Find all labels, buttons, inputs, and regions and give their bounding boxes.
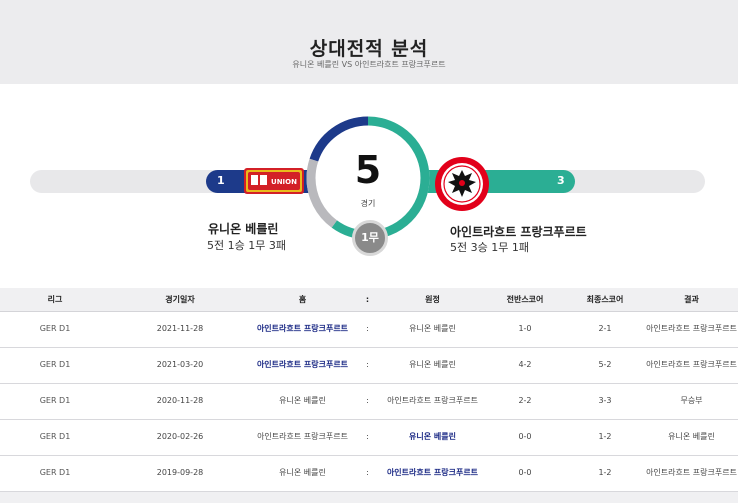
row-half-score: 1-0 [485,311,565,348]
row-league: GER D1 [0,347,110,384]
table-row: GER D1 2020-02-26 아인트라흐트 프랑크푸르트 : 유니온 베를… [0,419,738,456]
row-separator: : [355,311,380,348]
column-header-separator: : [355,288,380,312]
summary-panel: 1 3 UNION 5 경기 1무 유니온 베를린 5전 1승 1무 3패 아인… [0,84,738,288]
row-result: 아인트라흐트 프랑크푸르트 [645,455,738,492]
row-final-score: 1-2 [565,419,645,456]
row-final-score: 1-2 [565,455,645,492]
row-home: 아인트라흐트 프랑크푸르트 [250,419,355,456]
column-header-halftime: 전반스코어 [485,288,565,312]
row-home: 유니온 베를린 [250,455,355,492]
row-date: 2020-11-28 [110,383,250,420]
column-header-result: 결과 [645,288,738,312]
row-away: 유니온 베를린 [380,311,485,348]
row-away: 유니온 베를린 [380,419,485,456]
column-header-league: 리그 [0,288,110,312]
home-team-name: 유니온 베를린 [208,222,279,236]
away-win-count: 3 [557,174,565,187]
row-separator: : [355,347,380,384]
row-date: 2020-02-26 [110,419,250,456]
row-half-score: 0-0 [485,419,565,456]
row-half-score: 0-0 [485,455,565,492]
union-berlin-logo: UNION [244,168,304,194]
row-away: 아인트라흐트 프랑크푸르트 [380,383,485,420]
row-home: 유니온 베를린 [250,383,355,420]
row-final-score: 3-3 [565,383,645,420]
row-result: 무승부 [645,383,738,420]
row-home: 아인트라흐트 프랑크푸르트 [250,311,355,348]
match-history-table: 리그 경기일자 홈 : 원정 전반스코어 최종스코어 결과 GER D1 202… [0,288,738,492]
row-league: GER D1 [0,383,110,420]
table-row: GER D1 2021-03-20 아인트라흐트 프랑크푸르트 : 유니온 베를… [0,347,738,384]
total-games: 5 [354,148,382,192]
table-row: GER D1 2019-09-28 유니온 베를린 : 아인트라흐트 프랑크푸르… [0,455,738,492]
row-date: 2019-09-28 [110,455,250,492]
row-final-score: 5-2 [565,347,645,384]
page-subtitle: 유니온 베를린 VS 아인트라흐트 프랑크푸르트 [292,60,446,69]
row-away: 유니온 베를린 [380,347,485,384]
column-header-date: 경기일자 [110,288,250,312]
eintracht-frankfurt-logo [435,157,489,211]
away-team-record: 5전 3승 1무 1패 [450,241,529,254]
page-title: 상대전적 분석 [309,38,429,60]
row-league: GER D1 [0,455,110,492]
row-date: 2021-11-28 [110,311,250,348]
page-header: 상대전적 분석 유니온 베를린 VS 아인트라흐트 프랑크푸르트 [0,0,738,84]
row-final-score: 2-1 [565,311,645,348]
row-separator: : [355,419,380,456]
table-row: GER D1 2020-11-28 유니온 베를린 : 아인트라흐트 프랑크푸르… [0,383,738,420]
row-result: 아인트라흐트 프랑크푸르트 [645,347,738,384]
svg-text:UNION: UNION [271,178,297,186]
row-away: 아인트라흐트 프랑크푸르트 [380,455,485,492]
table-row: GER D1 2021-11-28 아인트라흐트 프랑크푸르트 : 유니온 베를… [0,311,738,348]
home-team-record: 5전 1승 1무 3패 [207,239,286,252]
row-league: GER D1 [0,419,110,456]
row-half-score: 4-2 [485,347,565,384]
column-header-final: 최종스코어 [565,288,645,312]
draw-badge: 1무 [352,220,388,256]
home-win-count: 1 [217,174,225,187]
row-half-score: 2-2 [485,383,565,420]
row-separator: : [355,455,380,492]
games-label: 경기 [360,199,376,208]
row-date: 2021-03-20 [110,347,250,384]
row-home: 아인트라흐트 프랑크푸르트 [250,347,355,384]
row-separator: : [355,383,380,420]
row-result: 아인트라흐트 프랑크푸르트 [645,311,738,348]
away-team-name: 아인트라흐트 프랑크푸르트 [450,225,587,239]
table-header-row: 리그 경기일자 홈 : 원정 전반스코어 최종스코어 결과 [0,288,738,312]
column-header-away: 원정 [380,288,485,312]
row-result: 유니온 베를린 [645,419,738,456]
row-league: GER D1 [0,311,110,348]
column-header-home: 홈 [250,288,355,312]
